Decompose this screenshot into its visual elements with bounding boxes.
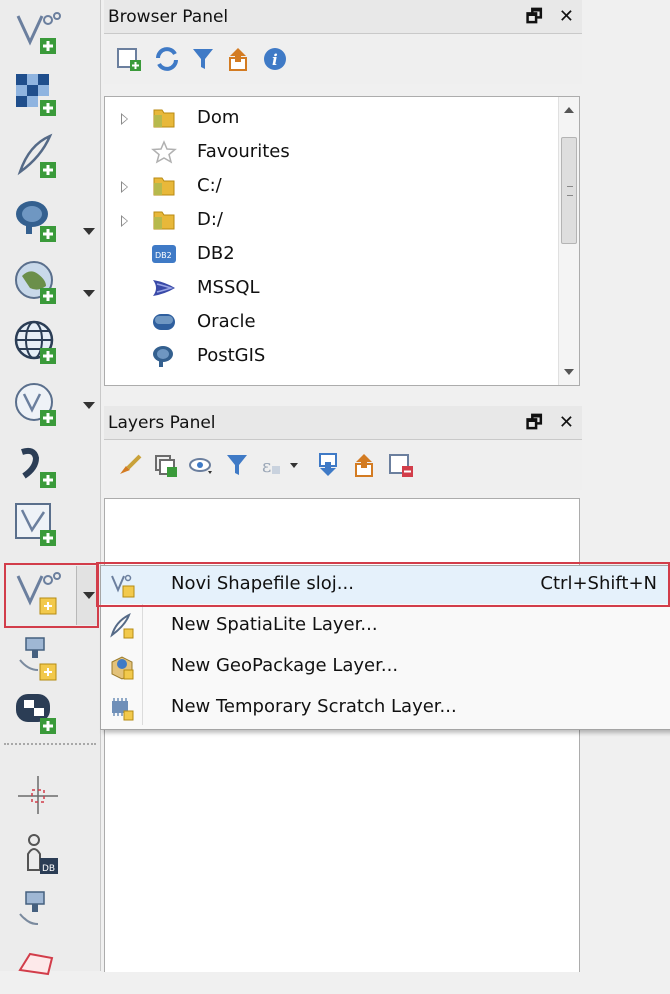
tree-item-dom[interactable]: Dom: [105, 101, 559, 135]
menu-item-label: New SpatiaLite Layer...: [171, 614, 378, 635]
dropdown-arrow-icon[interactable]: [83, 402, 95, 409]
folder-icon: [153, 109, 175, 128]
wms-layer-icon[interactable]: [12, 258, 70, 308]
virtual-layer-icon[interactable]: [12, 500, 70, 550]
geopackage-icon: [111, 656, 134, 680]
star-icon: [151, 140, 177, 164]
tree-item-label: MSSQL: [197, 277, 260, 298]
expand-arrow-icon[interactable]: [121, 215, 128, 227]
grip-icon: [567, 186, 573, 196]
svg-text:ε: ε: [262, 456, 271, 477]
toolbar-separator: [4, 743, 96, 745]
filter-icon[interactable]: [190, 46, 216, 72]
tree-item-label: DB2: [197, 243, 235, 264]
tree-item-label: Favourites: [197, 141, 290, 162]
menu-item-label: New Temporary Scratch Layer...: [171, 696, 457, 717]
tree-item-label: Dom: [197, 107, 240, 128]
tree-item-db2[interactable]: DB2 DB2: [105, 237, 559, 271]
layers-panel-header: Layers Panel 🗗 ✕: [104, 406, 582, 440]
crosshair-icon[interactable]: [12, 770, 70, 820]
dropdown-arrow-icon[interactable]: [83, 228, 95, 235]
postgis-layer-icon[interactable]: [12, 196, 70, 246]
scratch-layer-icon: [112, 698, 134, 721]
float-panel-icon[interactable]: 🗗: [526, 412, 543, 433]
gps-tool-icon[interactable]: [12, 634, 70, 684]
scrollbar-thumb[interactable]: [561, 137, 577, 244]
wfs-layer-icon[interactable]: [12, 380, 70, 430]
tree-item-postgis[interactable]: PostGIS: [105, 339, 559, 373]
new-vector-layer-icon[interactable]: [12, 8, 70, 58]
expand-all-icon[interactable]: [316, 452, 342, 478]
add-layer-icon[interactable]: [116, 46, 142, 72]
menu-item-new-temporary-scratch[interactable]: New Temporary Scratch Layer...: [101, 689, 670, 727]
tree-item-label: PostGIS: [197, 345, 266, 366]
new-shapefile-icon: [111, 574, 135, 598]
tree-item-label: D:/: [197, 209, 223, 230]
digitizing-node-icon[interactable]: DB: [12, 830, 70, 880]
browser-panel-title: Browser Panel: [108, 7, 229, 27]
collapse-all-icon[interactable]: [352, 452, 378, 478]
close-icon[interactable]: ✕: [559, 6, 574, 27]
refresh-icon[interactable]: [154, 46, 180, 72]
menu-item-new-spatialite[interactable]: New SpatiaLite Layer...: [101, 607, 670, 645]
tree-item-d-drive[interactable]: D:/: [105, 203, 559, 237]
svg-text:i: i: [272, 51, 278, 69]
add-group-icon[interactable]: [152, 452, 178, 478]
menu-item-new-geopackage[interactable]: New GeoPackage Layer...: [101, 648, 670, 686]
info-icon[interactable]: i: [262, 46, 288, 72]
db2-badge-text: DB2: [155, 251, 172, 260]
spatialite-icon: [110, 613, 134, 639]
folder-icon: [153, 211, 175, 230]
oracle-icon: [153, 314, 175, 330]
menu-item-label: New GeoPackage Layer...: [171, 655, 399, 676]
tree-item-oracle[interactable]: Oracle: [105, 305, 559, 339]
dropdown-arrow-icon[interactable]: [83, 290, 95, 297]
filter-expression-icon[interactable]: ε: [260, 452, 306, 478]
delimited-text-layer-icon[interactable]: [12, 442, 70, 492]
scroll-down-icon[interactable]: [564, 369, 574, 375]
menu-item-new-shapefile[interactable]: Novi Shapefile sloj... Ctrl+Shift+N: [101, 566, 670, 604]
db2-icon: DB2: [152, 245, 176, 263]
browser-tree[interactable]: Dom Favourites C:/ D:/ DB2 DB2 MSSQL Ora…: [104, 96, 580, 386]
collapse-all-icon[interactable]: [226, 46, 252, 72]
expand-arrow-icon[interactable]: [121, 113, 128, 125]
menu-item-shortcut: Ctrl+Shift+N: [540, 573, 657, 594]
menu-item-label: Novi Shapefile sloj...: [171, 573, 354, 594]
wcs-layer-icon[interactable]: [12, 318, 70, 368]
close-icon[interactable]: ✕: [559, 412, 574, 433]
gps-receiver-icon[interactable]: [12, 888, 70, 938]
polygon-edit-icon[interactable]: [12, 944, 70, 994]
browser-panel-header: Browser Panel 🗗 ✕: [104, 0, 582, 34]
tree-item-favourites[interactable]: Favourites: [105, 135, 559, 169]
add-wms-tile-icon[interactable]: [12, 688, 70, 738]
new-layer-dropdown-menu: Novi Shapefile sloj... Ctrl+Shift+N New …: [100, 565, 670, 730]
new-spatialite-layer-icon[interactable]: [12, 132, 70, 182]
filter-icon[interactable]: [224, 452, 250, 478]
tree-item-label: Oracle: [197, 311, 256, 332]
style-icon[interactable]: [116, 452, 142, 478]
folder-icon: [153, 177, 175, 196]
scroll-up-icon[interactable]: [564, 107, 574, 113]
postgis-icon: [153, 346, 173, 367]
browser-panel-toolbar: i: [104, 34, 582, 84]
browser-scrollbar[interactable]: [558, 97, 579, 385]
remove-layer-icon[interactable]: [388, 452, 414, 478]
layers-panel-toolbar: ε: [104, 440, 582, 490]
mssql-icon: [153, 280, 175, 296]
expand-arrow-icon[interactable]: [121, 181, 128, 193]
tree-item-mssql[interactable]: MSSQL: [105, 271, 559, 305]
active-tool-highlight: [4, 563, 99, 628]
layers-panel-title: Layers Panel: [108, 413, 216, 433]
tree-item-label: C:/: [197, 175, 222, 196]
data-source-toolbar: DB: [0, 0, 101, 976]
float-panel-icon[interactable]: 🗗: [526, 6, 543, 27]
new-raster-layer-icon[interactable]: [12, 70, 70, 120]
tree-item-c-drive[interactable]: C:/: [105, 169, 559, 203]
svg-text:DB: DB: [42, 864, 55, 874]
visibility-icon[interactable]: [188, 452, 214, 478]
